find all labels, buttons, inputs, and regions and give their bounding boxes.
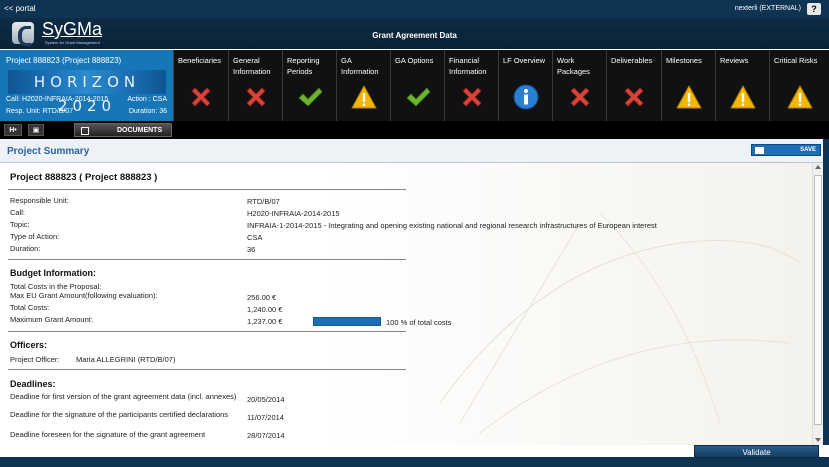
portal-bar: << portal nexterli (EXTERNAL) ? bbox=[0, 0, 829, 18]
grant-progress-fill bbox=[314, 318, 380, 325]
tab-critical-risks[interactable]: Critical Risks bbox=[770, 50, 829, 121]
warning-icon bbox=[676, 85, 701, 109]
documents-icon bbox=[81, 127, 89, 135]
tab-work-packages[interactable]: Work Packages bbox=[553, 50, 607, 121]
deadline-declarations-label: Deadline for the signature of the partic… bbox=[10, 410, 229, 419]
tab-general-information[interactable]: General Information bbox=[229, 50, 283, 121]
tab-lf-overview[interactable]: LF Overview bbox=[499, 50, 553, 121]
save-button[interactable]: SAVE bbox=[751, 144, 821, 156]
project-action: Action : CSA bbox=[127, 96, 167, 103]
project-heading: Project 888823 ( Project 888823 ) bbox=[10, 172, 158, 183]
right-edge-bar bbox=[823, 139, 829, 445]
deadline-declarations-value: 11/07/2014 bbox=[247, 413, 284, 422]
portal-link[interactable]: << portal bbox=[4, 4, 36, 13]
duration-value: 36 bbox=[247, 245, 256, 254]
action-toolbar: H• ▣ DOCUMENTS bbox=[0, 121, 829, 139]
deadline-first-version-value: 20/05/2014 bbox=[247, 395, 285, 404]
grant-progress-bar bbox=[313, 317, 381, 326]
save-icon bbox=[755, 147, 764, 154]
tab-ga-options[interactable]: GA Options bbox=[391, 50, 445, 121]
topic-label: Topic: bbox=[10, 220, 30, 229]
warning-icon bbox=[787, 85, 812, 109]
warning-icon bbox=[351, 85, 376, 109]
export-button[interactable]: ▣ bbox=[28, 124, 44, 136]
page-title: Grant Agreement Data bbox=[372, 31, 457, 40]
project-call: Call: H2020-INFRAIA-2014-2015 bbox=[6, 96, 109, 103]
project-officer-label: Project Officer: bbox=[10, 355, 60, 364]
check-icon bbox=[297, 87, 323, 107]
project-officer-value: Maria ALLEGRINI (RTD/B/07) bbox=[76, 355, 176, 364]
summary-header: Project Summary SAVE bbox=[0, 139, 829, 163]
error-x-icon bbox=[569, 87, 590, 107]
call-label: Call: bbox=[10, 208, 26, 217]
validate-button[interactable]: Validate bbox=[694, 445, 819, 458]
project-name: Project 888823 (Project 888823) bbox=[6, 56, 122, 65]
type-of-action-value: CSA bbox=[247, 233, 263, 242]
background-sketch-icon bbox=[439, 212, 801, 434]
scroll-up-icon[interactable] bbox=[815, 165, 821, 169]
divider bbox=[8, 369, 406, 370]
scrollbar-thumb[interactable] bbox=[814, 175, 822, 425]
topic-value: INFRAIA-1-2014-2015 - Integrating and op… bbox=[247, 221, 657, 230]
deadline-signature-label: Deadline foreseen for the signature of t… bbox=[10, 430, 206, 439]
project-summary-content: Project 888823 ( Project 888823 ) Respon… bbox=[0, 163, 812, 445]
error-x-icon bbox=[624, 87, 644, 107]
max-eu-grant-value: 256.00 € bbox=[247, 293, 277, 302]
documents-button[interactable]: DOCUMENTS bbox=[74, 123, 172, 137]
maximum-grant-value: 1,237.00 € bbox=[247, 317, 283, 326]
total-costs-label: Total Costs: bbox=[10, 303, 50, 312]
project-duration: Duration: 36 bbox=[128, 108, 167, 115]
user-name: nexterli (EXTERNAL) bbox=[734, 5, 801, 12]
duration-label: Duration: bbox=[10, 244, 41, 253]
divider bbox=[8, 189, 406, 190]
tab-ga-information[interactable]: GA Information bbox=[337, 50, 391, 121]
deadline-signature-value: 28/07/2014 bbox=[247, 431, 285, 440]
officers-heading: Officers: bbox=[10, 340, 48, 350]
error-x-icon bbox=[191, 87, 211, 107]
error-x-icon bbox=[461, 87, 482, 107]
total-costs-value: 1,240.00 € bbox=[247, 305, 283, 314]
maximum-grant-label: Maximum Grant Amount: bbox=[10, 315, 93, 324]
vertical-scrollbar[interactable] bbox=[812, 163, 823, 445]
max-eu-grant-label: Max EU Grant Amount(following evaluation… bbox=[10, 291, 158, 300]
help-icon[interactable]: ? bbox=[807, 3, 821, 15]
call-value: H2020-INFRAIA-2014-2015 bbox=[247, 209, 340, 218]
tab-deliverables[interactable]: Deliverables bbox=[607, 50, 662, 121]
responsible-unit-label: Responsible Unit: bbox=[10, 196, 69, 205]
divider bbox=[8, 331, 406, 332]
scroll-down-icon[interactable] bbox=[815, 438, 821, 442]
tab-milestones[interactable]: Milestones bbox=[662, 50, 716, 121]
type-of-action-label: Type of Action: bbox=[10, 232, 60, 241]
warning-icon bbox=[730, 85, 755, 109]
app-header: SyGMa System for Grant Management Grant … bbox=[0, 18, 829, 49]
budget-heading: Budget Information: bbox=[10, 268, 96, 278]
hierarchy-button[interactable]: H• bbox=[4, 124, 22, 136]
tab-reviews[interactable]: Reviews bbox=[716, 50, 770, 121]
error-x-icon bbox=[245, 87, 266, 107]
footer-bar bbox=[0, 457, 829, 467]
footer: Validate bbox=[0, 445, 829, 467]
check-icon bbox=[405, 87, 431, 107]
grant-progress-text: 100 % of total costs bbox=[386, 318, 452, 327]
horizon-2020-logo: HORIZON 2020 bbox=[8, 70, 166, 115]
section-tabs: Beneficiaries General Information Report… bbox=[174, 50, 829, 121]
project-resp-unit: Resp. Unit: RTD/B/07 bbox=[6, 108, 74, 115]
info-icon bbox=[513, 84, 538, 110]
total-costs-proposal-label: Total Costs in the Proposal: bbox=[10, 282, 102, 291]
responsible-unit-value: RTD/B/07 bbox=[247, 197, 280, 206]
tab-reporting-periods[interactable]: Reporting Periods bbox=[283, 50, 337, 121]
divider bbox=[8, 259, 406, 260]
section-title: Project Summary bbox=[7, 146, 90, 157]
project-info-panel: Project 888823 (Project 888823) HORIZON … bbox=[0, 50, 174, 121]
tab-financial-information[interactable]: Financial Information bbox=[445, 50, 499, 121]
deadline-first-version-label: Deadline for first version of the grant … bbox=[10, 392, 237, 401]
deadlines-heading: Deadlines: bbox=[10, 379, 56, 389]
tab-beneficiaries[interactable]: Beneficiaries bbox=[174, 50, 229, 121]
